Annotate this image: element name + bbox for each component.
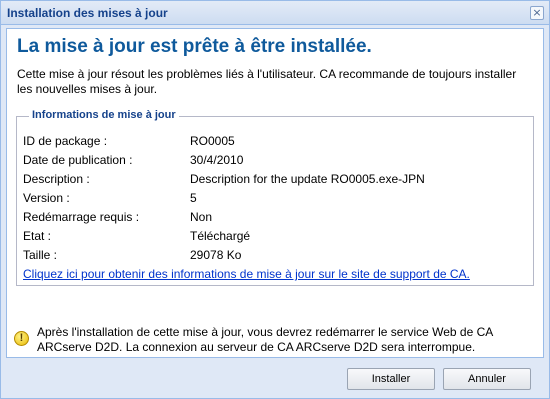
info-value: Description for the update RO0005.exe-JP… <box>190 172 425 186</box>
warning-text: Après l'installation de cette mise à jou… <box>37 325 493 354</box>
cancel-button[interactable]: Annuler <box>443 368 531 390</box>
support-site-link[interactable]: Cliquez ici pour obtenir des information… <box>23 267 470 281</box>
info-value: 29078 Ko <box>190 248 242 262</box>
page-title: La mise à jour est prête à être installé… <box>17 36 372 57</box>
info-label: Redémarrage requis : <box>23 210 140 224</box>
install-button[interactable]: Installer <box>347 368 435 390</box>
info-value: Non <box>190 210 213 224</box>
info-label: Taille : <box>23 248 58 262</box>
info-label: Version : <box>23 191 70 205</box>
intro-text: Cette mise à jour résout les problèmes l… <box>17 67 517 96</box>
info-value: Téléchargé <box>190 229 251 243</box>
update-info-group: Informations de mise à jour ID de packag… <box>16 109 534 286</box>
update-info-legend: Informations de mise à jour <box>29 109 179 121</box>
dialog-body: La mise à jour est prête à être installé… <box>6 28 544 358</box>
info-value: RO0005 <box>190 134 235 148</box>
info-value: 5 <box>190 191 197 205</box>
window-title: Installation des mises à jour <box>7 6 168 20</box>
info-label: Date de publication : <box>23 153 133 167</box>
close-icon[interactable]: × <box>530 6 544 20</box>
info-label: Etat : <box>23 229 52 243</box>
info-label: ID de package : <box>23 134 108 148</box>
info-label: Description : <box>23 172 90 186</box>
warning-icon: ! <box>14 331 29 346</box>
info-value: 30/4/2010 <box>190 153 244 167</box>
button-bar: Installer Annuler <box>1 359 549 399</box>
title-bar: Installation des mises à jour × <box>1 1 549 25</box>
update-install-dialog: Installation des mises à jour × La mise … <box>0 0 550 399</box>
